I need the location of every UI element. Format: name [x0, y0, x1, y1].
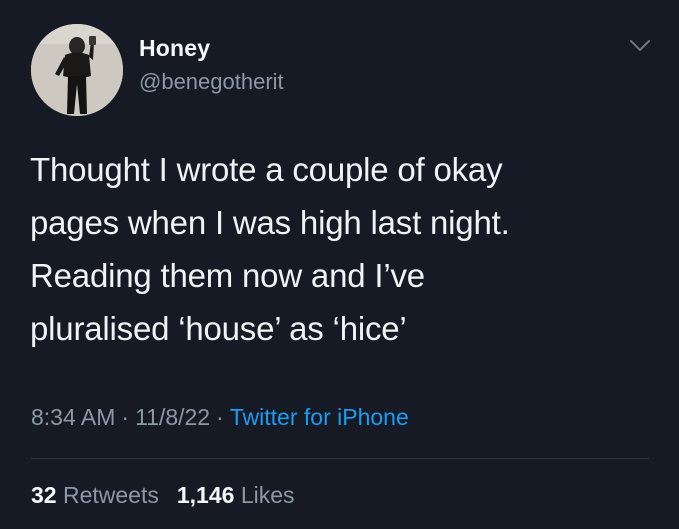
- likes-label: Likes: [240, 482, 295, 508]
- meta-separator: ·: [121, 404, 130, 430]
- retweets-label: Retweets: [62, 482, 159, 508]
- likes-stat[interactable]: 1,146 Likes: [177, 482, 295, 508]
- tweet-time[interactable]: 8:34 AM: [31, 404, 115, 430]
- retweets-stat[interactable]: 32 Retweets: [31, 482, 159, 508]
- divider: [31, 458, 649, 459]
- user-handle[interactable]: @benegotherit: [139, 69, 284, 95]
- engagement-stats: 32 Retweets 1,146 Likes: [31, 482, 313, 509]
- chevron-down-icon[interactable]: [629, 38, 651, 54]
- retweets-count: 32: [31, 482, 57, 508]
- tweet-card: Honey @benegotherit Thought I wrote a co…: [0, 0, 679, 529]
- likes-count: 1,146: [176, 482, 235, 508]
- tweet-text: Thought I wrote a couple of okay pages w…: [30, 151, 510, 347]
- profile-photo-icon: [31, 24, 123, 116]
- tweet-date[interactable]: 11/8/22: [135, 404, 210, 430]
- display-name[interactable]: Honey: [139, 35, 210, 62]
- avatar[interactable]: [31, 24, 123, 116]
- meta-separator: ·: [216, 404, 224, 430]
- tweet-source-link[interactable]: Twitter for iPhone: [230, 404, 409, 430]
- tweet-metadata: 8:34 AM · 11/8/22 · Twitter for iPhone: [31, 404, 409, 431]
